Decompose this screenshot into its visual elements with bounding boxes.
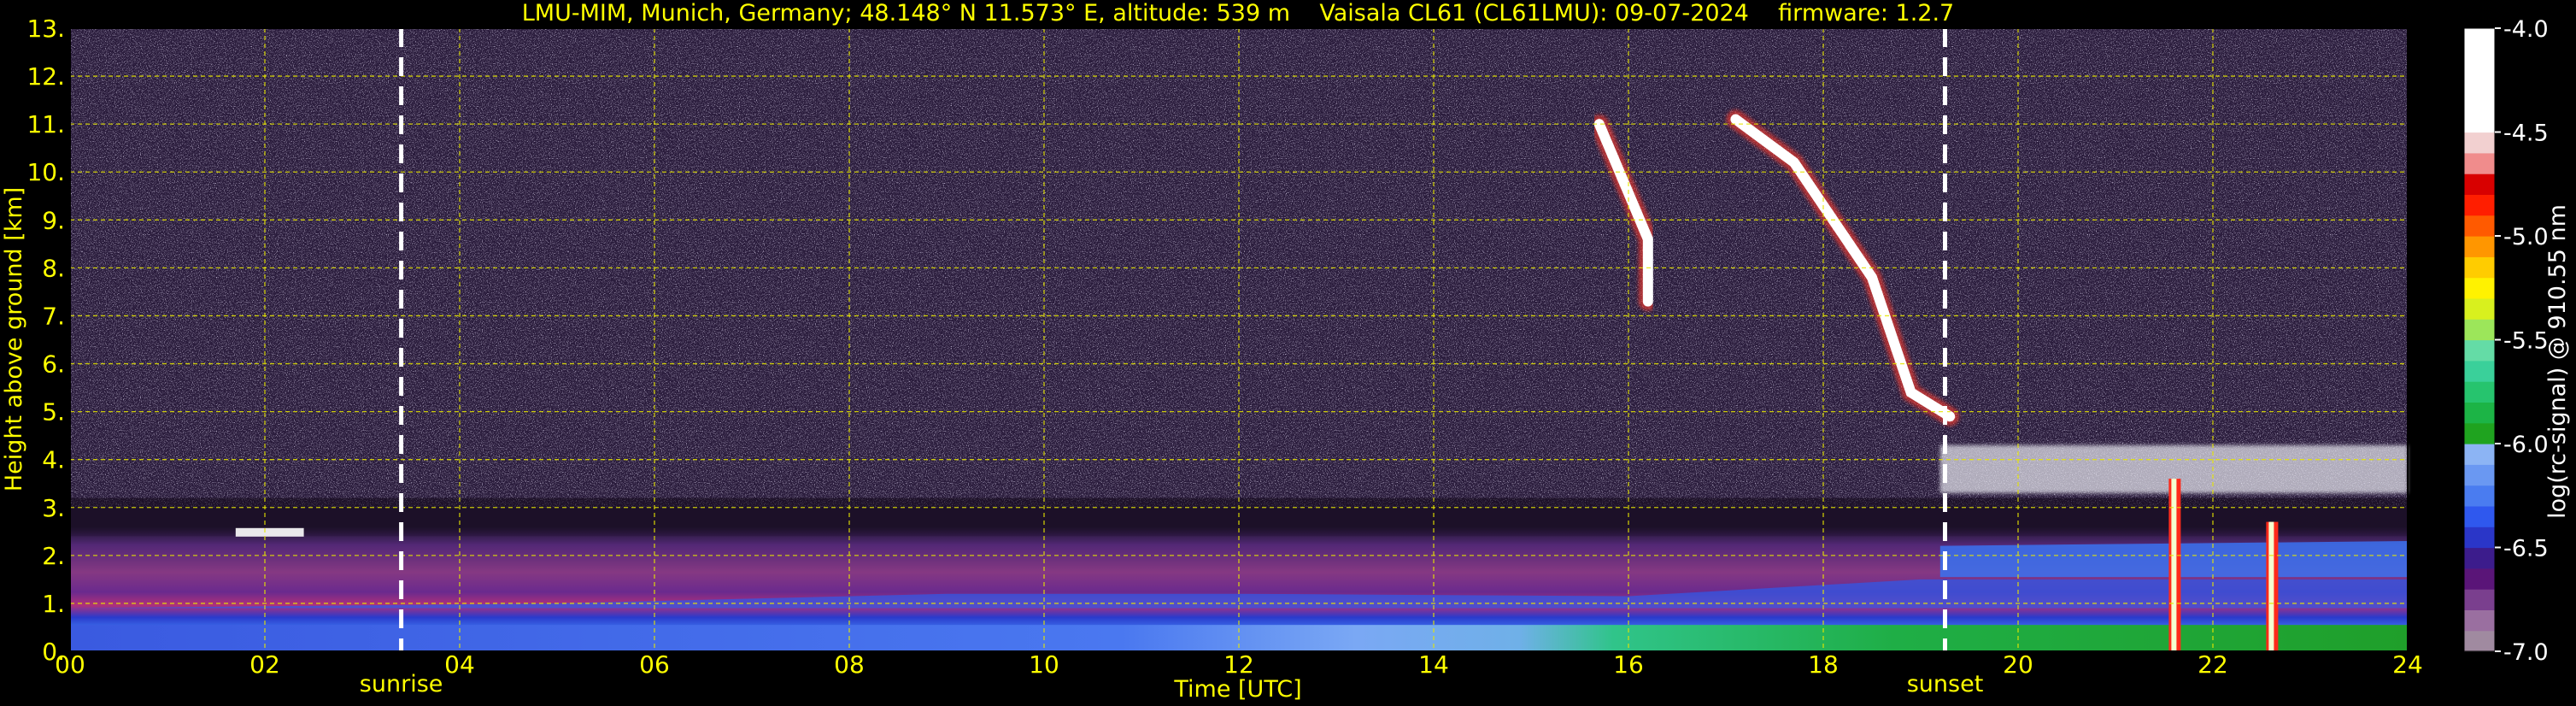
chart-title: LMU-MIM, Munich, Germany; 48.148° N 11.5…	[522, 0, 1955, 26]
y-tick-label: 8.	[42, 254, 65, 282]
y-tick-label: 7.	[42, 302, 65, 330]
x-tick-label: 02	[249, 650, 280, 679]
colorbar-tick-label: -5.5	[2503, 328, 2549, 355]
colorbar-swatch	[2464, 194, 2495, 216]
x-tick-label: 16	[1613, 650, 1644, 679]
y-tick-label: 12.	[26, 62, 65, 91]
x-tick-label: 18	[1808, 650, 1839, 679]
x-tick-label: 14	[1418, 650, 1449, 679]
x-axis-label: Time [UTC]	[1173, 676, 1301, 703]
colorbar-swatch	[2464, 256, 2495, 279]
precip-column	[2171, 479, 2177, 651]
colorbar-swatch	[2464, 111, 2495, 133]
y-tick-label: 1.	[42, 590, 65, 618]
y-tick-label: 3.	[42, 494, 65, 522]
plot-area: sunrise sunset00 02 04 06 08 10 12 14 16 18 20 22 240…	[26, 15, 2422, 697]
colorbar-swatch	[2464, 464, 2495, 486]
colorbar-swatch	[2464, 297, 2495, 320]
colorbar-swatch	[2464, 49, 2495, 71]
colorbar-tick-label: -6.0	[2503, 432, 2549, 458]
ceilometer-chart: sunrise sunset00 02 04 06 08 10 12 14 16 18 20 22 240…	[1, 0, 2571, 703]
sun-event-label: sunrise	[360, 671, 443, 697]
x-tick-label: 06	[639, 650, 670, 679]
x-tick-label: 12	[1223, 650, 1254, 679]
colorbar-tick-label: -6.5	[2503, 536, 2549, 562]
y-tick-label: 4.	[42, 446, 65, 474]
colorbar-swatch	[2464, 527, 2495, 549]
colorbar-swatch	[2464, 589, 2495, 610]
sun-event-label: sunset	[1907, 671, 1984, 697]
colorbar-swatch	[2464, 215, 2495, 237]
colorbar-swatch	[2464, 402, 2495, 424]
colorbar-swatch	[2464, 568, 2495, 590]
y-tick-label: 5.	[42, 398, 65, 427]
x-tick-label: 04	[444, 650, 475, 679]
y-tick-label: 10.	[26, 158, 65, 186]
colorbar-swatch	[2464, 90, 2495, 112]
y-tick-label: 9.	[42, 206, 65, 234]
x-tick-label: 10	[1029, 650, 1059, 679]
colorbar-tick-label: -5.0	[2503, 224, 2549, 250]
x-tick-label: 24	[2392, 650, 2423, 679]
colorbar-tick-label: -7.0	[2503, 639, 2549, 666]
colorbar-swatch	[2464, 360, 2495, 382]
y-tick-label: 11.	[26, 110, 65, 138]
y-tick-label: 2.	[42, 542, 65, 570]
colorbar-swatch	[2464, 609, 2495, 632]
colorbar: -4.0 -4.5 -5.0 -5.5 -6.0 -6.5 -7.0	[2463, 16, 2549, 666]
colorbar-swatch	[2464, 277, 2495, 299]
colorbar-swatch	[2464, 174, 2495, 195]
colorbar-swatch	[2464, 505, 2495, 527]
colorbar-swatch	[2464, 444, 2495, 465]
y-axis-label: Height above ground [km]	[1, 187, 27, 491]
y-tick-label: 13.	[26, 15, 65, 43]
colorbar-swatch	[2464, 547, 2495, 569]
colorbar-label: log(rc-signal) @ 910.55 nm	[2544, 204, 2571, 519]
x-tick-label: 08	[834, 650, 865, 679]
y-tick-label: 6.	[42, 350, 65, 379]
colorbar-swatch	[2464, 339, 2495, 362]
colorbar-swatch	[2464, 630, 2495, 652]
colorbar-swatch	[2464, 381, 2495, 403]
colorbar-swatch	[2464, 152, 2495, 174]
precip-column	[2268, 521, 2274, 651]
colorbar-swatch	[2464, 422, 2495, 444]
colorbar-tick-label: -4.0	[2503, 16, 2549, 43]
x-tick-label: 20	[2003, 650, 2033, 679]
colorbar-swatch	[2464, 69, 2495, 91]
colorbar-swatch	[2464, 319, 2495, 341]
colorbar-swatch	[2464, 485, 2495, 507]
low-cloud	[235, 527, 304, 537]
colorbar-swatch	[2464, 236, 2495, 257]
colorbar-tick-label: -4.5	[2503, 121, 2549, 147]
y-tick-label: 0.	[42, 638, 65, 666]
x-tick-label: 22	[2198, 650, 2228, 679]
colorbar-swatch	[2464, 28, 2495, 50]
colorbar-swatch	[2464, 132, 2495, 154]
